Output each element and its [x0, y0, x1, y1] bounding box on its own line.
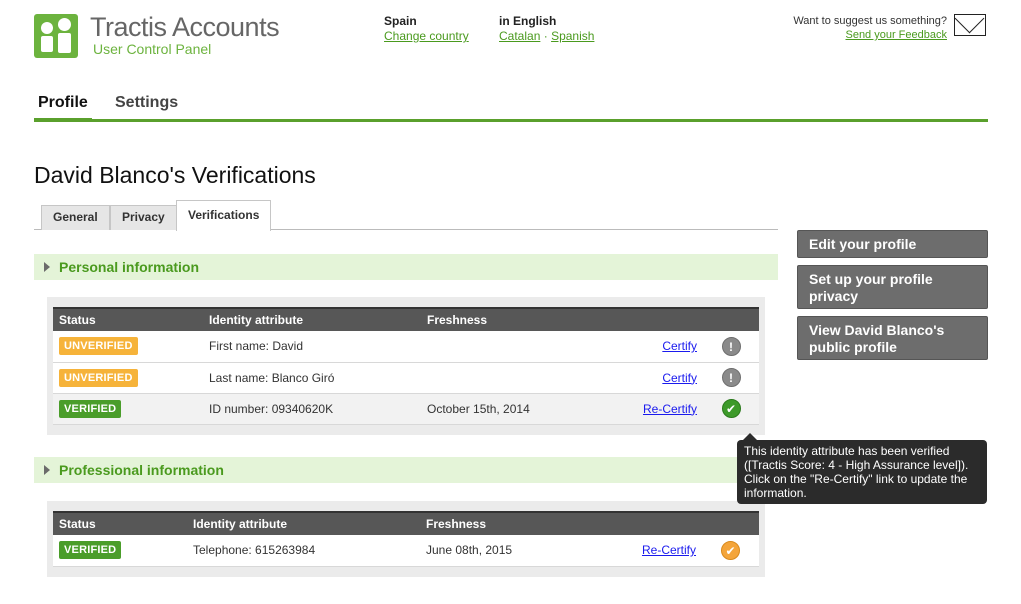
feedback-question: Want to suggest us something?: [793, 15, 947, 27]
sub-tabs: General Privacy Verifications: [34, 200, 778, 231]
language-separator: ·: [543, 29, 548, 43]
professional-info-section[interactable]: Professional information: [34, 457, 778, 483]
status-badge: VERIFIED: [59, 541, 122, 560]
attribute-cell: Telephone: 615263984: [187, 535, 420, 567]
warning-icon[interactable]: !: [721, 368, 741, 387]
tab-settings[interactable]: Settings: [111, 94, 182, 118]
section-title: Personal information: [59, 259, 200, 275]
certify-link[interactable]: Certify: [662, 339, 697, 353]
verification-tooltip: This identity attribute has been verifie…: [737, 433, 987, 504]
personal-info-panel: Status Identity attribute Freshness UNVE…: [47, 297, 765, 435]
logo-figure-icon: [58, 18, 71, 31]
envelope-icon[interactable]: [954, 14, 986, 36]
expand-arrow-icon[interactable]: [44, 465, 50, 475]
table-row: VERIFIED ID number: 09340620K October 15…: [53, 393, 759, 425]
catalan-link[interactable]: Catalan: [499, 29, 540, 43]
attribute-cell: First name: David: [203, 331, 421, 363]
expand-arrow-icon[interactable]: [44, 262, 50, 272]
column-attribute: Identity attribute: [203, 307, 421, 331]
professional-info-panel: Status Identity attribute Freshness VERI…: [47, 501, 765, 577]
spanish-link[interactable]: Spanish: [551, 29, 594, 43]
tab-privacy[interactable]: Privacy: [110, 205, 177, 230]
language-selector: in English Catalan · Spanish: [499, 14, 594, 44]
brand-title[interactable]: Tractis Accounts: [90, 12, 280, 43]
table-row: UNVERIFIED First name: David Certify !: [53, 331, 759, 363]
send-feedback-link[interactable]: Send your Feedback: [793, 28, 947, 42]
main-tabs: Profile Settings: [34, 92, 988, 122]
column-status: Status: [53, 511, 187, 535]
column-freshness: Freshness: [420, 511, 570, 535]
checkmark-icon[interactable]: ✔: [721, 399, 741, 418]
section-title: Professional information: [59, 462, 224, 478]
attribute-cell: ID number: 09340620K: [203, 393, 421, 425]
recertify-link[interactable]: Re-Certify: [643, 402, 697, 416]
edit-profile-button[interactable]: Edit your profile: [797, 230, 988, 258]
freshness-cell: [421, 331, 571, 363]
tab-profile[interactable]: Profile: [34, 94, 92, 121]
professional-info-table: Status Identity attribute Freshness VERI…: [53, 511, 759, 567]
personal-info-table: Status Identity attribute Freshness UNVE…: [53, 307, 759, 425]
tab-verifications[interactable]: Verifications: [176, 200, 272, 231]
status-badge: UNVERIFIED: [59, 368, 138, 387]
page-title: David Blanco's Verifications: [34, 162, 316, 188]
public-profile-button[interactable]: View David Blanco's public profile: [797, 316, 988, 360]
certify-link[interactable]: Certify: [662, 371, 697, 385]
freshness-cell: [421, 362, 571, 394]
column-attribute: Identity attribute: [187, 511, 420, 535]
table-header-row: Status Identity attribute Freshness: [53, 511, 759, 535]
warning-icon[interactable]: !: [721, 336, 741, 356]
country-selector: Spain Change country: [384, 14, 469, 44]
table-row: VERIFIED Telephone: 615263984 June 08th,…: [53, 535, 759, 567]
freshness-cell: October 15th, 2014: [421, 393, 571, 425]
table-header-row: Status Identity attribute Freshness: [53, 307, 759, 331]
recertify-link[interactable]: Re-Certify: [642, 543, 696, 557]
tractis-logo[interactable]: [34, 14, 78, 58]
freshness-cell: June 08th, 2015: [420, 535, 570, 567]
tab-general[interactable]: General: [41, 205, 110, 230]
column-status: Status: [53, 307, 203, 331]
logo-figure-icon: [41, 22, 53, 34]
feedback-area: Want to suggest us something? Send your …: [793, 14, 947, 42]
table-row: UNVERIFIED Last name: Blanco Giró Certif…: [53, 362, 759, 394]
column-freshness: Freshness: [421, 307, 571, 331]
personal-info-section[interactable]: Personal information: [34, 254, 778, 280]
status-badge: UNVERIFIED: [59, 337, 138, 356]
status-badge: VERIFIED: [59, 399, 122, 418]
change-country-link[interactable]: Change country: [384, 29, 469, 43]
checkmark-icon[interactable]: ✔: [721, 540, 740, 560]
current-country: Spain: [384, 14, 417, 28]
profile-privacy-button[interactable]: Set up your profile privacy: [797, 265, 988, 309]
attribute-cell: Last name: Blanco Giró: [203, 362, 421, 394]
brand-subtitle: User Control Panel: [93, 41, 212, 57]
current-language: in English: [499, 14, 557, 28]
